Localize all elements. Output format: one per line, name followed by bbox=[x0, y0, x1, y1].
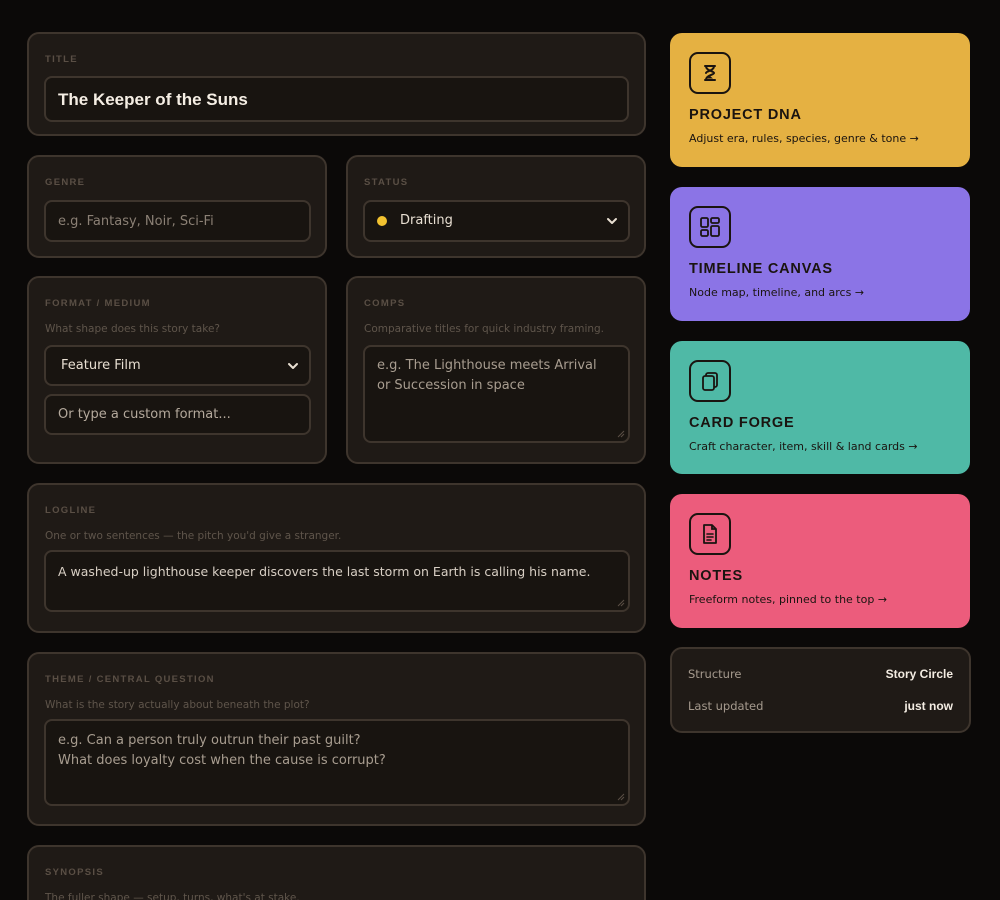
format-hint: What shape does this story take? bbox=[45, 323, 220, 335]
genre-input[interactable]: e.g. Fantasy, Noir, Sci-Fi bbox=[44, 200, 311, 242]
synopsis-panel: SYNOPSIS The fuller shape — setup, turns… bbox=[27, 845, 646, 900]
structure-label: Structure bbox=[688, 667, 742, 681]
synopsis-label: SYNOPSIS bbox=[45, 867, 104, 878]
comps-textarea[interactable]: e.g. The Lighthouse meets Arrival or Suc… bbox=[363, 345, 630, 443]
resize-handle-icon[interactable] bbox=[617, 599, 625, 607]
genre-placeholder: e.g. Fantasy, Noir, Sci-Fi bbox=[58, 214, 214, 229]
logline-hint: One or two sentences — the pitch you'd g… bbox=[45, 530, 342, 542]
resize-handle-icon[interactable] bbox=[617, 430, 625, 438]
genre-label: GENRE bbox=[45, 177, 86, 188]
logline-value: A washed-up lighthouse keeper discovers … bbox=[58, 564, 591, 579]
status-select[interactable]: Drafting bbox=[363, 200, 630, 242]
comps-placeholder-line2: or Succession in space bbox=[377, 378, 525, 393]
theme-hint: What is the story actually about beneath… bbox=[45, 699, 310, 711]
resize-handle-icon[interactable] bbox=[617, 793, 625, 801]
comps-panel: COMPS Comparative titles for quick indus… bbox=[346, 276, 646, 464]
comps-label: COMPS bbox=[364, 298, 406, 309]
theme-placeholder-line2: What does loyalty cost when the cause is… bbox=[58, 753, 386, 768]
card-subtitle: Craft character, item, skill & land card… bbox=[689, 440, 918, 453]
timeline-canvas-card[interactable]: TIMELINE CANVAS Node map, timeline, and … bbox=[670, 187, 970, 321]
synopsis-hint: The fuller shape — setup, turns, what's … bbox=[45, 892, 300, 900]
status-dot bbox=[377, 216, 387, 226]
card-forge-card[interactable]: CARD FORGE Craft character, item, skill … bbox=[670, 341, 970, 474]
card-title: PROJECT DNA bbox=[689, 107, 802, 123]
format-label: FORMAT / MEDIUM bbox=[45, 298, 151, 309]
theme-textarea[interactable]: e.g. Can a person truly outrun their pas… bbox=[44, 719, 630, 806]
format-select[interactable]: Feature Film bbox=[44, 345, 311, 386]
theme-panel: THEME / CENTRAL QUESTION What is the sto… bbox=[27, 652, 646, 826]
theme-label: THEME / CENTRAL QUESTION bbox=[45, 674, 215, 685]
comps-placeholder-line1: e.g. The Lighthouse meets Arrival bbox=[377, 358, 597, 373]
status-label: STATUS bbox=[364, 177, 409, 188]
card-title: NOTES bbox=[689, 568, 743, 584]
card-title: TIMELINE CANVAS bbox=[689, 261, 833, 277]
format-panel: FORMAT / MEDIUM What shape does this sto… bbox=[27, 276, 327, 464]
project-dna-card[interactable]: PROJECT DNA Adjust era, rules, species, … bbox=[670, 33, 970, 167]
meta-panel: Structure Story Circle Last updated just… bbox=[670, 647, 971, 733]
theme-placeholder-line1: e.g. Can a person truly outrun their pas… bbox=[58, 733, 361, 748]
comps-hint: Comparative titles for quick industry fr… bbox=[364, 323, 605, 335]
title-input[interactable]: The Keeper of the Suns bbox=[44, 76, 629, 122]
title-value: The Keeper of the Suns bbox=[58, 90, 248, 109]
card-subtitle: Freeform notes, pinned to the top → bbox=[689, 593, 888, 606]
notes-card[interactable]: NOTES Freeform notes, pinned to the top … bbox=[670, 494, 970, 628]
layout-grid-icon bbox=[689, 206, 731, 248]
chevron-down-icon bbox=[288, 363, 298, 369]
title-panel: TITLE The Keeper of the Suns bbox=[27, 32, 646, 136]
updated-value: just now bbox=[904, 699, 953, 713]
status-panel: STATUS Drafting bbox=[346, 155, 646, 258]
document-icon bbox=[689, 513, 731, 555]
logline-label: LOGLINE bbox=[45, 505, 97, 516]
cards-stack-icon bbox=[689, 360, 731, 402]
structure-value: Story Circle bbox=[885, 667, 953, 681]
chevron-down-icon bbox=[607, 218, 617, 224]
genre-panel: GENRE e.g. Fantasy, Noir, Sci-Fi bbox=[27, 155, 327, 258]
custom-format-placeholder: Or type a custom format... bbox=[58, 407, 231, 422]
logline-textarea[interactable]: A washed-up lighthouse keeper discovers … bbox=[44, 550, 630, 612]
title-label: TITLE bbox=[45, 54, 78, 65]
custom-format-input[interactable]: Or type a custom format... bbox=[44, 394, 311, 435]
format-selected: Feature Film bbox=[61, 358, 141, 373]
card-subtitle: Adjust era, rules, species, genre & tone… bbox=[689, 132, 919, 145]
hourglass-icon bbox=[689, 52, 731, 94]
card-title: CARD FORGE bbox=[689, 415, 795, 431]
updated-label: Last updated bbox=[688, 699, 764, 713]
logline-panel: LOGLINE One or two sentences — the pitch… bbox=[27, 483, 646, 633]
status-value: Drafting bbox=[400, 213, 453, 228]
card-subtitle: Node map, timeline, and arcs → bbox=[689, 286, 865, 299]
